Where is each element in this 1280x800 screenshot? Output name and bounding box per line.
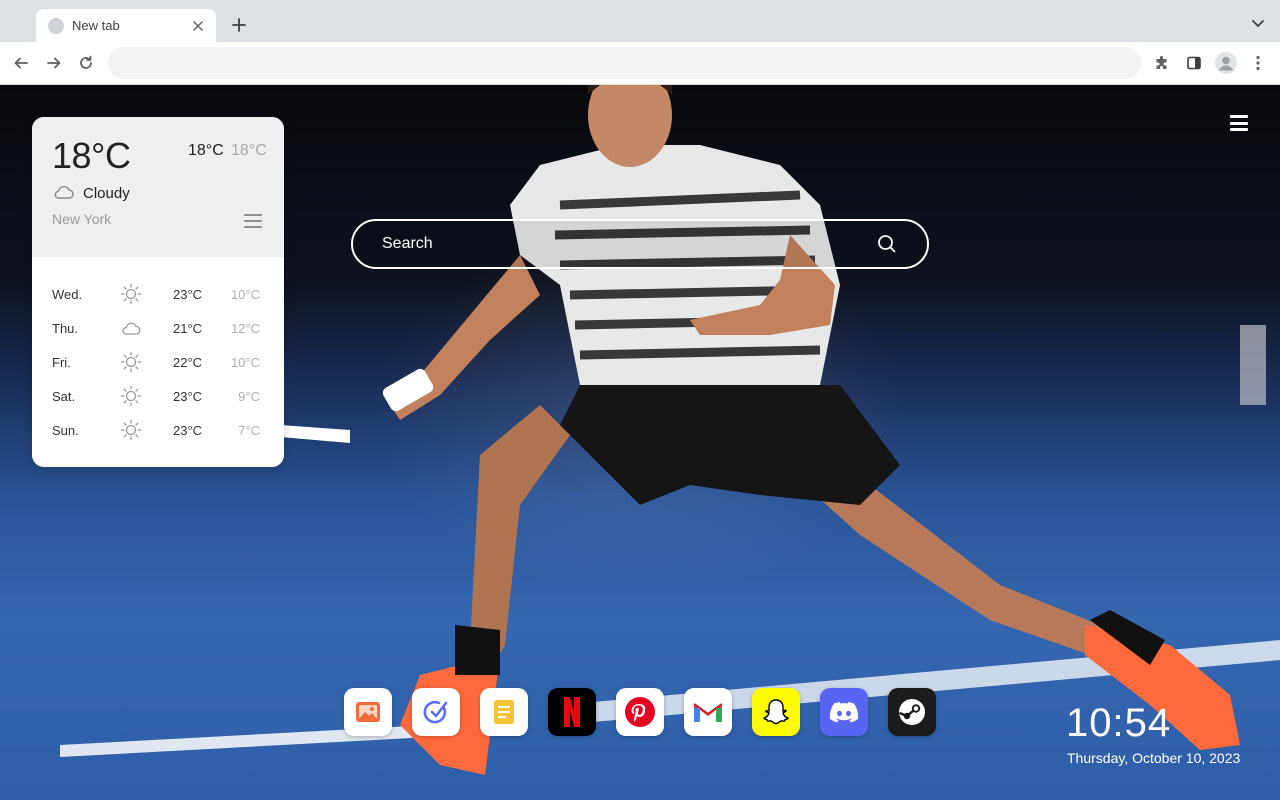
note-icon bbox=[494, 700, 514, 724]
sun-icon bbox=[120, 419, 142, 441]
image-icon bbox=[356, 702, 380, 722]
plus-icon bbox=[232, 18, 246, 32]
search-box bbox=[351, 219, 929, 269]
side-panel-button[interactable] bbox=[1181, 50, 1207, 76]
forecast-day: Wed. bbox=[52, 287, 83, 302]
sun-icon bbox=[120, 351, 142, 373]
weather-current: 18°C 18°C 18°C Cloudy New York bbox=[32, 117, 284, 257]
forecast-row: Fri. 22°C 10°C bbox=[32, 345, 284, 379]
check-icon bbox=[423, 700, 448, 724]
steam-app-button[interactable] bbox=[888, 688, 936, 736]
forecast-day: Sun. bbox=[52, 423, 79, 438]
cloud-icon bbox=[54, 185, 74, 199]
avatar-icon bbox=[1215, 52, 1237, 74]
snapchat-icon bbox=[763, 699, 789, 725]
current-temperature: 18°C bbox=[52, 135, 131, 176]
arrow-left-icon bbox=[14, 57, 28, 69]
tab-close-icon[interactable] bbox=[190, 18, 206, 34]
clock-date: Thursday, October 10, 2023 bbox=[1067, 750, 1241, 766]
tab-strip: New tab bbox=[0, 0, 1280, 42]
forecast-low: 7°C bbox=[238, 423, 260, 438]
forecast-day: Sat. bbox=[52, 389, 76, 404]
hamburger-icon-bar bbox=[244, 220, 262, 222]
tab-favicon-icon bbox=[48, 17, 64, 34]
forecast-low: 10°C bbox=[230, 287, 260, 302]
reload-button[interactable] bbox=[73, 50, 99, 76]
weather-widget: 18°C 18°C 18°C Cloudy New York Wed. 23°C… bbox=[32, 117, 284, 467]
page-menu-button[interactable] bbox=[1230, 115, 1248, 131]
today-high: 18°C bbox=[188, 142, 224, 159]
netflix-icon bbox=[564, 697, 580, 727]
forecast-day: Thu. bbox=[52, 321, 79, 336]
search-input[interactable] bbox=[382, 221, 872, 267]
arrow-right-icon bbox=[47, 57, 61, 69]
weather-city: New York bbox=[52, 211, 112, 227]
weather-condition: Cloudy bbox=[83, 185, 130, 202]
forecast-row: Wed. 23°C 10°C bbox=[32, 277, 284, 311]
kebab-menu-icon bbox=[1256, 55, 1260, 71]
weather-forecast: Wed. 23°C 10°C Thu. 21°C 12°C Fri. 22°C … bbox=[32, 277, 284, 447]
reload-icon bbox=[80, 55, 92, 69]
extensions-button[interactable] bbox=[1149, 50, 1175, 76]
side-panel-icon bbox=[1187, 56, 1201, 70]
search-icon[interactable] bbox=[877, 234, 897, 254]
forecast-day: Fri. bbox=[52, 355, 71, 370]
notes-app-button[interactable] bbox=[480, 688, 528, 736]
pinterest-icon bbox=[625, 697, 655, 727]
sun-icon bbox=[120, 385, 142, 407]
new-tab-page: 18°C 18°C 18°C Cloudy New York Wed. 23°C… bbox=[0, 85, 1280, 800]
puzzle-icon bbox=[1156, 56, 1167, 69]
discord-icon bbox=[829, 702, 859, 723]
cloud-icon bbox=[122, 322, 141, 335]
hamburger-icon-bar bbox=[244, 226, 262, 228]
new-tab-button[interactable] bbox=[228, 14, 250, 36]
hamburger-icon-bar bbox=[1230, 128, 1248, 131]
tab-new-tab[interactable]: New tab bbox=[36, 9, 216, 42]
hamburger-icon-bar bbox=[244, 214, 262, 216]
snapchat-app-button[interactable] bbox=[752, 688, 800, 736]
clock-time: 10:54 bbox=[1066, 701, 1172, 745]
gmail-icon bbox=[693, 703, 723, 722]
browser-toolbar bbox=[0, 42, 1280, 85]
browser-menu-button[interactable] bbox=[1245, 50, 1271, 76]
tasks-app-button[interactable] bbox=[412, 688, 460, 736]
address-bar[interactable] bbox=[108, 47, 1141, 79]
forecast-high: 23°C bbox=[173, 287, 203, 302]
forecast-high: 21°C bbox=[173, 321, 203, 336]
forecast-row: Sat. 23°C 9°C bbox=[32, 379, 284, 413]
netflix-app-button[interactable] bbox=[548, 688, 596, 736]
sun-icon bbox=[120, 283, 142, 305]
gmail-app-button[interactable] bbox=[684, 688, 732, 736]
tab-search-button[interactable] bbox=[1248, 14, 1268, 34]
forecast-high: 23°C bbox=[173, 423, 203, 438]
tab-title: New tab bbox=[72, 18, 120, 33]
forecast-high: 22°C bbox=[173, 355, 203, 370]
today-low: 18°C bbox=[231, 142, 267, 159]
forecast-low: 12°C bbox=[230, 321, 260, 336]
chevron-down-icon bbox=[1252, 20, 1264, 28]
back-button[interactable] bbox=[8, 50, 34, 76]
forecast-row: Sun. 23°C 7°C bbox=[32, 413, 284, 447]
hamburger-icon-bar bbox=[1230, 121, 1248, 125]
profile-button[interactable] bbox=[1213, 50, 1239, 76]
forecast-low: 10°C bbox=[230, 355, 260, 370]
forecast-row: Thu. 21°C 12°C bbox=[32, 311, 284, 345]
forecast-high: 23°C bbox=[173, 389, 203, 404]
pinterest-app-button[interactable] bbox=[616, 688, 664, 736]
discord-app-button[interactable] bbox=[820, 688, 868, 736]
wallpaper-app-button[interactable] bbox=[344, 688, 392, 736]
steam-icon bbox=[899, 699, 925, 725]
app-dock bbox=[344, 688, 936, 736]
forecast-low: 9°C bbox=[238, 389, 260, 404]
forward-button[interactable] bbox=[41, 50, 67, 76]
hamburger-icon-bar bbox=[1230, 115, 1248, 118]
weather-menu-button[interactable] bbox=[244, 214, 262, 228]
